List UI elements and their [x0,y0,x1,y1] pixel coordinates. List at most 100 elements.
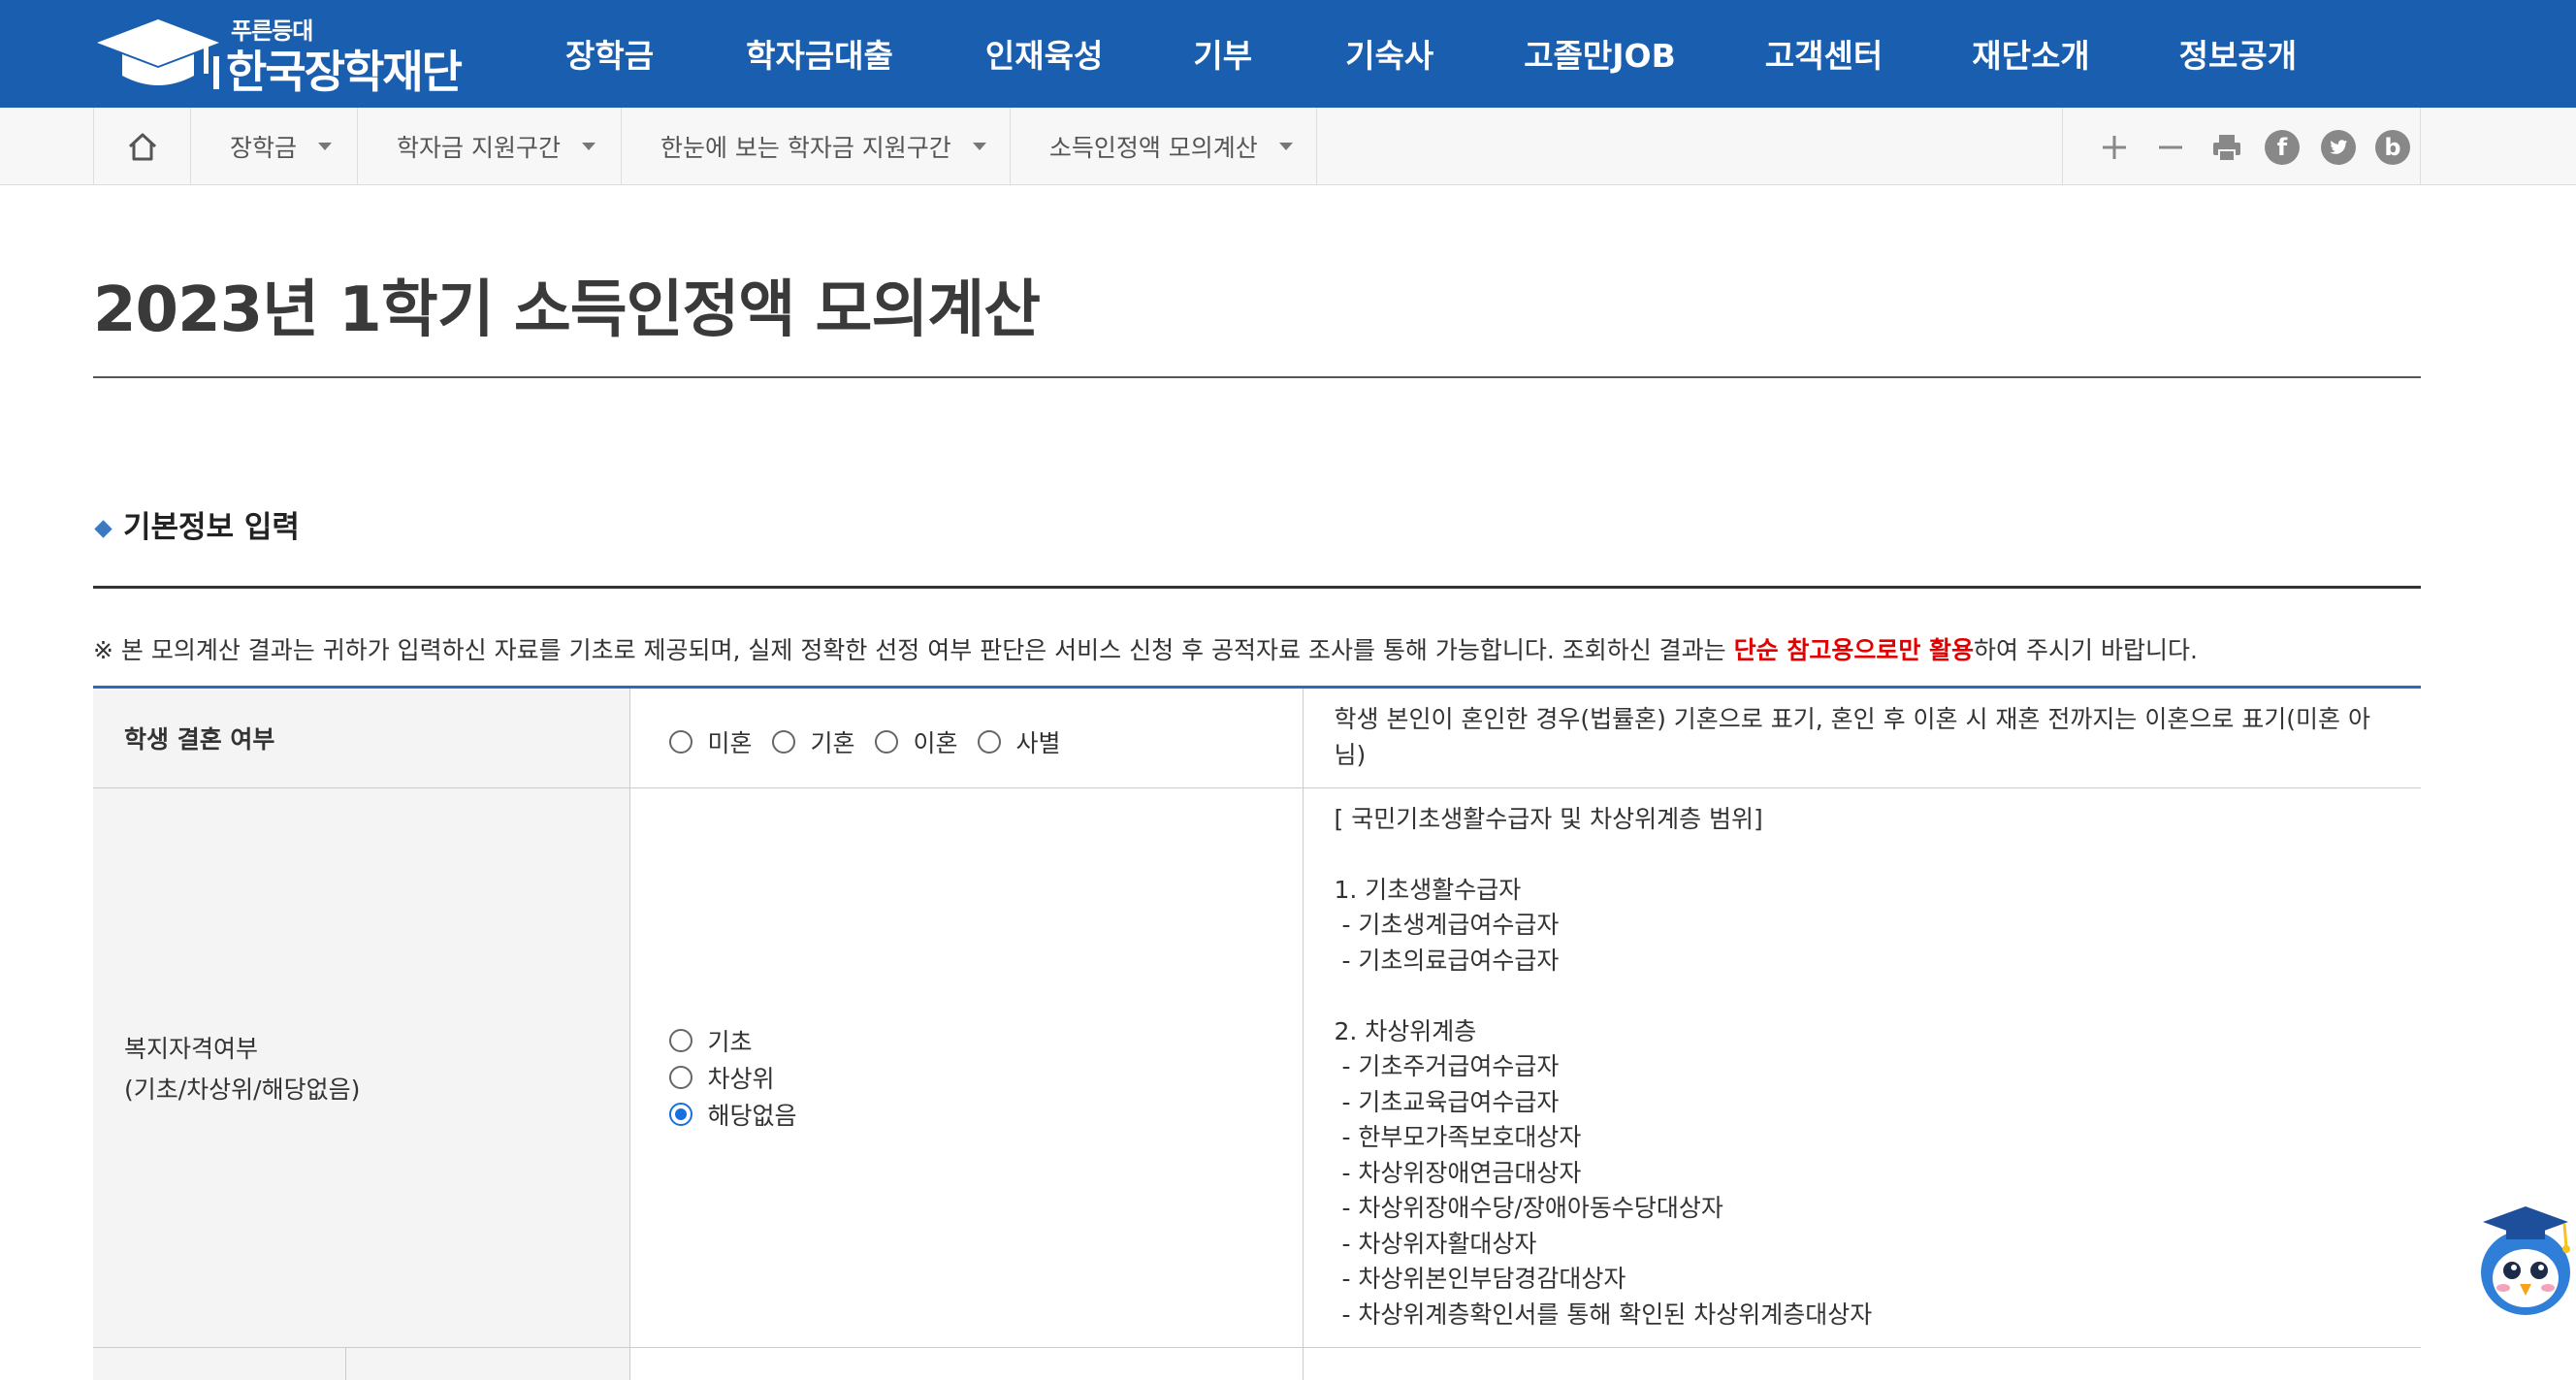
section-divider [93,586,2421,589]
welfare-label: 복지자격여부 (기초/차상위/해당없음) [93,787,630,1348]
option-label: 사별 [1015,728,1061,757]
page-tools: f b [2062,108,2421,185]
table-row: 복지자격여부 (기초/차상위/해당없음) 기초 차상위 해당없음 [국민기초생… [93,787,2421,1348]
table-row: 학생 결혼 여부 미혼 기혼 이혼 사별 학생 본인이 혼인한 경우(법률혼) … [93,689,2421,788]
next-row-description [1303,1347,2421,1380]
option-label: 해당없음 [707,1101,797,1130]
radio-button[interactable] [977,729,1001,754]
menu-about[interactable]: 재단소개 [1972,0,2089,108]
welfare-radio-group: 기초 차상위 해당없음 [668,1022,1264,1133]
option-label: 기혼 [810,728,855,757]
section-heading: 기본정보 입력 [93,504,300,545]
blog-icon[interactable]: b [2375,130,2410,165]
breadcrumb-support-tier[interactable]: 학자금 지원구간 [358,108,622,185]
notice-tail: 하여 주시기 바랍니다. [1974,636,2198,664]
section-title: 기본정보 입력 [123,509,300,545]
table-row [93,1347,2421,1380]
menu-talent[interactable]: 인재육성 [985,0,1103,108]
print-icon[interactable] [2210,131,2243,164]
next-row-input [629,1347,1304,1380]
menu-job[interactable]: 고졸만JOB [1524,0,1676,108]
breadcrumb-income-calc[interactable]: 소득인정액 모의계산 [1011,108,1317,185]
description-line: - 차상위계층확인서를 통해 확인된 차상위계층대상자 [1334,1300,1873,1329]
breadcrumb-bar: 장학금 학자금 지원구간 한눈에 보는 학자금 지원구간 소득인정액 모의계산 [0,108,2576,185]
chatbot-mascot-icon[interactable] [2471,1195,2576,1321]
breadcrumb-tier-overview[interactable]: 한눈에 보는 학자금 지원구간 [622,108,1011,185]
menu-scholarship[interactable]: 장학금 [565,0,654,108]
zoom-in-icon[interactable] [2098,131,2131,164]
title-divider [93,376,2421,378]
description-line: - 기초의료급여수급자 [1334,946,1560,975]
top-header: 푸른등대 한국장학재단 장학금 학자금대출 인재육성 기부 기숙사 고졸만JOB… [0,0,2576,108]
marriage-option-divorced[interactable]: 이혼 [874,724,958,759]
marriage-description: 학생 본인이 혼인한 경우(법률혼) 기혼으로 표기, 혼인 후 이혼 시 재혼… [1303,689,2421,788]
marriage-option-married[interactable]: 기혼 [771,724,855,759]
marriage-label: 학생 결혼 여부 [93,689,630,788]
description-line: - 차상위장애수당/장애아동수당대상자 [1334,1194,1723,1223]
marriage-input-cell: 미혼 기혼 이혼 사별 [629,689,1304,788]
facebook-icon[interactable]: f [2265,130,2300,165]
notice-highlight: 단순 참고용으로만 활용 [1733,636,1975,664]
welfare-option-basic[interactable]: 기초 [668,1022,1264,1059]
menu-dormitory[interactable]: 기숙사 [1345,0,1433,108]
notice-body: ※ 본 모의계산 결과는 귀하가 입력하신 자료를 기초로 제공되며, 실제 정… [93,636,1734,664]
radio-button-checked[interactable] [668,1102,692,1126]
diamond-bullet-icon [94,519,113,538]
marriage-radio-group: 미혼 기혼 이혼 사별 [668,724,1264,759]
breadcrumb-scholarship[interactable]: 장학금 [191,108,359,185]
page-title: 2023년 1학기 소득인정액 모의계산 [93,274,1041,346]
option-label: 차상위 [707,1064,775,1093]
marriage-option-single[interactable]: 미혼 [668,724,753,759]
main-menu: 장학금 학자금대출 인재육성 기부 기숙사 고졸만JOB 고객센터 재단소개 정… [529,0,2297,108]
caret-down-icon [581,143,596,150]
description-line: - 차상위본인부담경감대상자 [1334,1265,1626,1294]
radio-button[interactable] [668,729,692,754]
welfare-label-line2: (기초/차상위/해당없음) [124,1075,361,1104]
graduation-cap-icon [97,19,219,89]
breadcrumb: 장학금 학자금 지원구간 한눈에 보는 학자금 지원구간 소득인정액 모의계산 [93,108,1317,185]
next-row-subcell [93,1347,346,1380]
menu-customer-center[interactable]: 고객센터 [1765,0,1883,108]
radio-button[interactable] [668,1065,692,1089]
description-line: - 한부모가족보호대상자 [1334,1123,1582,1152]
zoom-out-icon[interactable] [2154,131,2187,164]
breadcrumb-label: 장학금 [230,134,298,162]
description-line: - 기초생계급여수급자 [1334,911,1560,940]
description-line [1335,837,2391,873]
breadcrumb-label: 소득인정액 모의계산 [1048,134,1258,162]
breadcrumb-label: 학자금 지원구간 [397,134,561,162]
home-button[interactable] [94,108,191,185]
twitter-icon[interactable] [2321,130,2356,165]
breadcrumb-label: 한눈에 보는 학자금 지원구간 [660,134,951,162]
caret-down-icon [972,143,986,150]
description-line: - 기초교육급여수급자 [1334,1087,1560,1116]
next-row-label [93,1347,630,1380]
description-line: 1. 기초생활수급자 [1334,875,1522,904]
welfare-input-cell: 기초 차상위 해당없음 [629,787,1304,1348]
menu-student-loan[interactable]: 학자금대출 [746,0,893,108]
site-logo[interactable]: 푸른등대 한국장학재단 [95,12,473,98]
description-line: [ 국민기초생활수급자 및 차상위계층 범위] [1334,804,1763,833]
welfare-description: [ 국민기초생활수급자 및 차상위계층 범위] 1. 기초생활수급자 - 기초생… [1303,787,2421,1348]
welfare-label-line1: 복지자격여부 [124,1034,259,1063]
caret-down-icon [1278,143,1293,150]
description-line [1335,979,2391,1014]
description-line: - 차상위장애연금대상자 [1334,1158,1582,1187]
page: 푸른등대 한국장학재단 장학금 학자금대출 인재육성 기부 기숙사 고졸만JOB… [0,0,2576,1380]
menu-disclosure[interactable]: 정보공개 [2179,0,2297,108]
caret-down-icon [318,143,333,150]
description-line: - 기초주거급여수급자 [1334,1052,1560,1081]
radio-button[interactable] [771,729,795,754]
welfare-option-none[interactable]: 해당없음 [668,1096,1264,1133]
option-label: 미혼 [707,728,753,757]
radio-button[interactable] [874,729,898,754]
description-line: 2. 차상위계층 [1334,1016,1477,1045]
marriage-option-bereaved[interactable]: 사별 [977,724,1061,759]
welfare-description-list: [ 국민기초생활수급자 및 차상위계층 범위] 1. 기초생활수급자 - 기초생… [1335,802,2391,1333]
radio-button[interactable] [668,1028,692,1052]
home-icon [128,133,156,161]
notice-text: ※ 본 모의계산 결과는 귀하가 입력하신 자료를 기초로 제공되며, 실제 정… [93,631,2198,666]
menu-donation[interactable]: 기부 [1193,0,1252,108]
option-label: 이혼 [913,728,958,757]
welfare-option-near-poverty[interactable]: 차상위 [668,1059,1264,1096]
